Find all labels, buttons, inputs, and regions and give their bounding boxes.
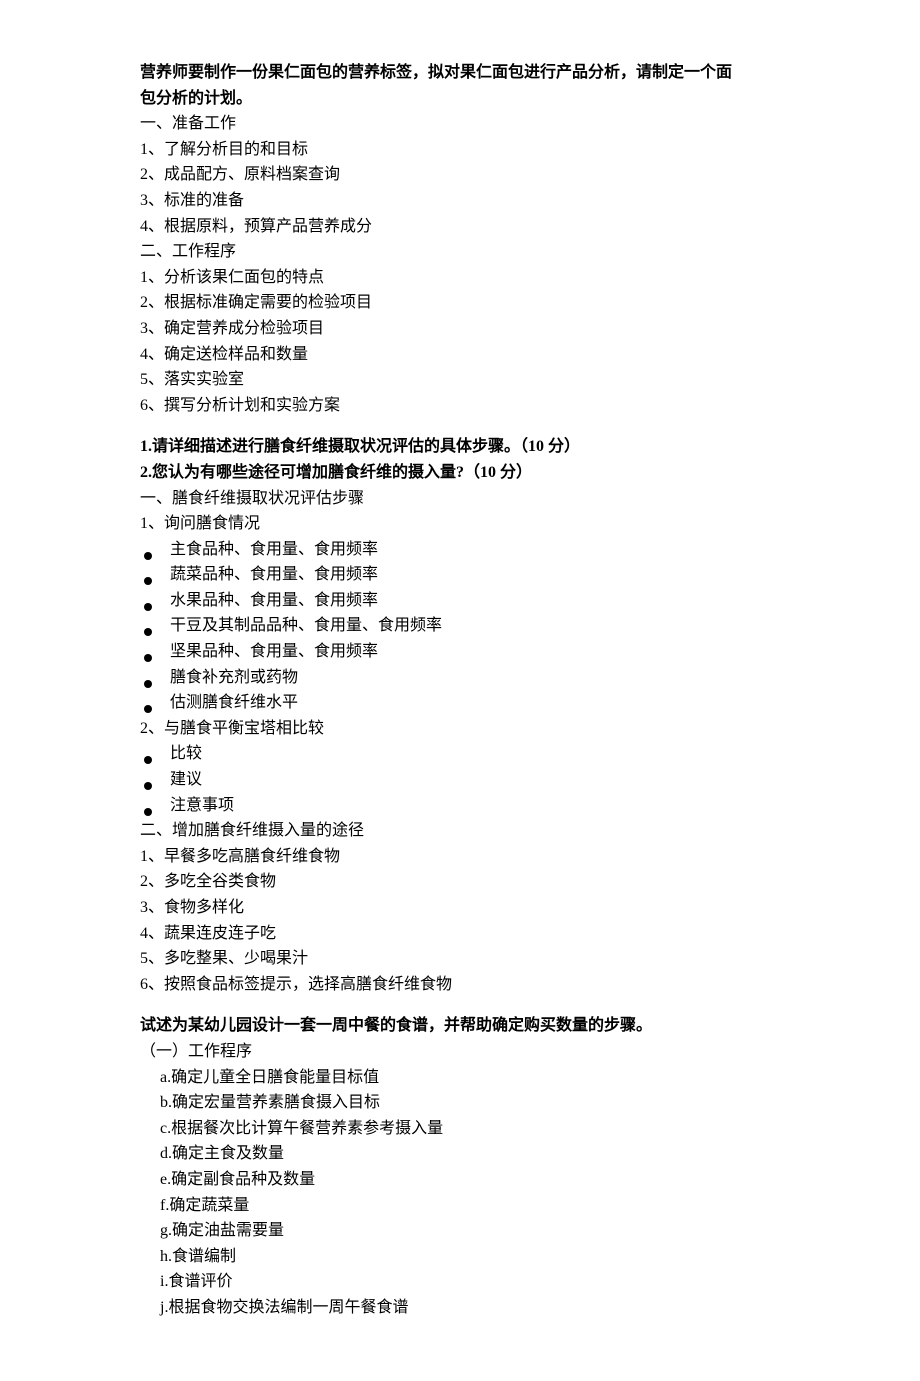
s3-e: e.确定副食品种及数量 [160,1167,780,1193]
s1-p4: 4、根据原料，预算产品营养成分 [140,214,780,240]
bullet-item: 水果品种、食用量、食用频率 [140,588,780,614]
bullet-text: 干豆及其制品品种、食用量、食用频率 [170,613,442,639]
bullet-icon [144,705,152,713]
bullet-icon [144,756,152,764]
s3-a: a.确定儿童全日膳食能量目标值 [160,1065,780,1091]
s2-q5: 5、多吃整果、少喝果汁 [140,946,780,972]
section1-title-line2: 包分析的计划。 [140,86,780,112]
s3-b: b.确定宏量营养素膳食摄入目标 [160,1090,780,1116]
bullet-item: 估测膳食纤维水平 [140,690,780,716]
s1-q5: 5、落实实验室 [140,367,780,393]
s3-h1: （一）工作程序 [140,1039,780,1065]
s3-i: i.食谱评价 [160,1269,780,1295]
bullet-item: 比较 [140,741,780,767]
bullet-item: 坚果品种、食用量、食用频率 [140,639,780,665]
s2-h1: 一、膳食纤维摄取状况评估步骤 [140,486,780,512]
bullet-text: 比较 [170,741,202,767]
s2-q2: 2、多吃全谷类食物 [140,869,780,895]
s1-h2: 二、工作程序 [140,239,780,265]
s1-q1: 1、分析该果仁面包的特点 [140,265,780,291]
s3-sublist: a.确定儿童全日膳食能量目标值 b.确定宏量营养素膳食摄入目标 c.根据餐次比计… [140,1065,780,1321]
s3-d: d.确定主食及数量 [160,1141,780,1167]
bullet-icon [144,654,152,662]
s1-q2: 2、根据标准确定需要的检验项目 [140,290,780,316]
bullet-item: 建议 [140,767,780,793]
bullet-item: 干豆及其制品品种、食用量、食用频率 [140,613,780,639]
bullet-icon [144,603,152,611]
s3-j: j.根据食物交换法编制一周午餐食谱 [160,1295,780,1321]
s1-p3: 3、标准的准备 [140,188,780,214]
s1-h1: 一、准备工作 [140,111,780,137]
s3-c: c.根据餐次比计算午餐营养素参考摄入量 [160,1116,780,1142]
s1-p1: 1、了解分析目的和目标 [140,137,780,163]
section3-title: 试述为某幼儿园设计一套一周中餐的食谱，并帮助确定购买数量的步骤。 [140,1013,780,1039]
s3-g: g.确定油盐需要量 [160,1218,780,1244]
bullet-text: 注意事项 [170,793,234,819]
s2-p2: 2、与膳食平衡宝塔相比较 [140,716,780,742]
section1-title-line1: 营养师要制作一份果仁面包的营养标签，拟对果仁面包进行产品分析，请制定一个面 [140,60,780,86]
s2-q1: 1、早餐多吃高膳食纤维食物 [140,844,780,870]
spacer [140,418,780,434]
s2-q4: 4、蔬果连皮连子吃 [140,921,780,947]
bullet-icon [144,552,152,560]
bullet-text: 膳食补充剂或药物 [170,665,298,691]
bullet-text: 坚果品种、食用量、食用频率 [170,639,378,665]
section2-title2: 2.您认为有哪些途径可增加膳食纤维的摄入量?（10 分） [140,460,780,486]
bullet-text: 估测膳食纤维水平 [170,690,298,716]
s1-q6: 6、撰写分析计划和实验方案 [140,393,780,419]
s1-q4: 4、确定送检样品和数量 [140,342,780,368]
bullet-icon [144,782,152,790]
s2-q3: 3、食物多样化 [140,895,780,921]
s3-h: h.食谱编制 [160,1244,780,1270]
spacer [140,997,780,1013]
bullet-icon [144,628,152,636]
s2-p1: 1、询问膳食情况 [140,511,780,537]
s2-h2: 二、增加膳食纤维摄入量的途径 [140,818,780,844]
s2-q6: 6、按照食品标签提示，选择高膳食纤维食物 [140,972,780,998]
bullet-icon [144,577,152,585]
bullet-text: 水果品种、食用量、食用频率 [170,588,378,614]
bullet-text: 主食品种、食用量、食用频率 [170,537,378,563]
bullet-icon [144,680,152,688]
s1-p2: 2、成品配方、原料档案查询 [140,162,780,188]
bullet-item: 主食品种、食用量、食用频率 [140,537,780,563]
s1-q3: 3、确定营养成分检验项目 [140,316,780,342]
bullet-item: 膳食补充剂或药物 [140,665,780,691]
bullet-item: 注意事项 [140,793,780,819]
section2-title1: 1.请详细描述进行膳食纤维摄取状况评估的具体步骤。（10 分） [140,434,780,460]
bullet-text: 蔬菜品种、食用量、食用频率 [170,562,378,588]
bullet-icon [144,808,152,816]
bullet-text: 建议 [170,767,202,793]
s3-f: f.确定蔬菜量 [160,1193,780,1219]
bullet-item: 蔬菜品种、食用量、食用频率 [140,562,780,588]
